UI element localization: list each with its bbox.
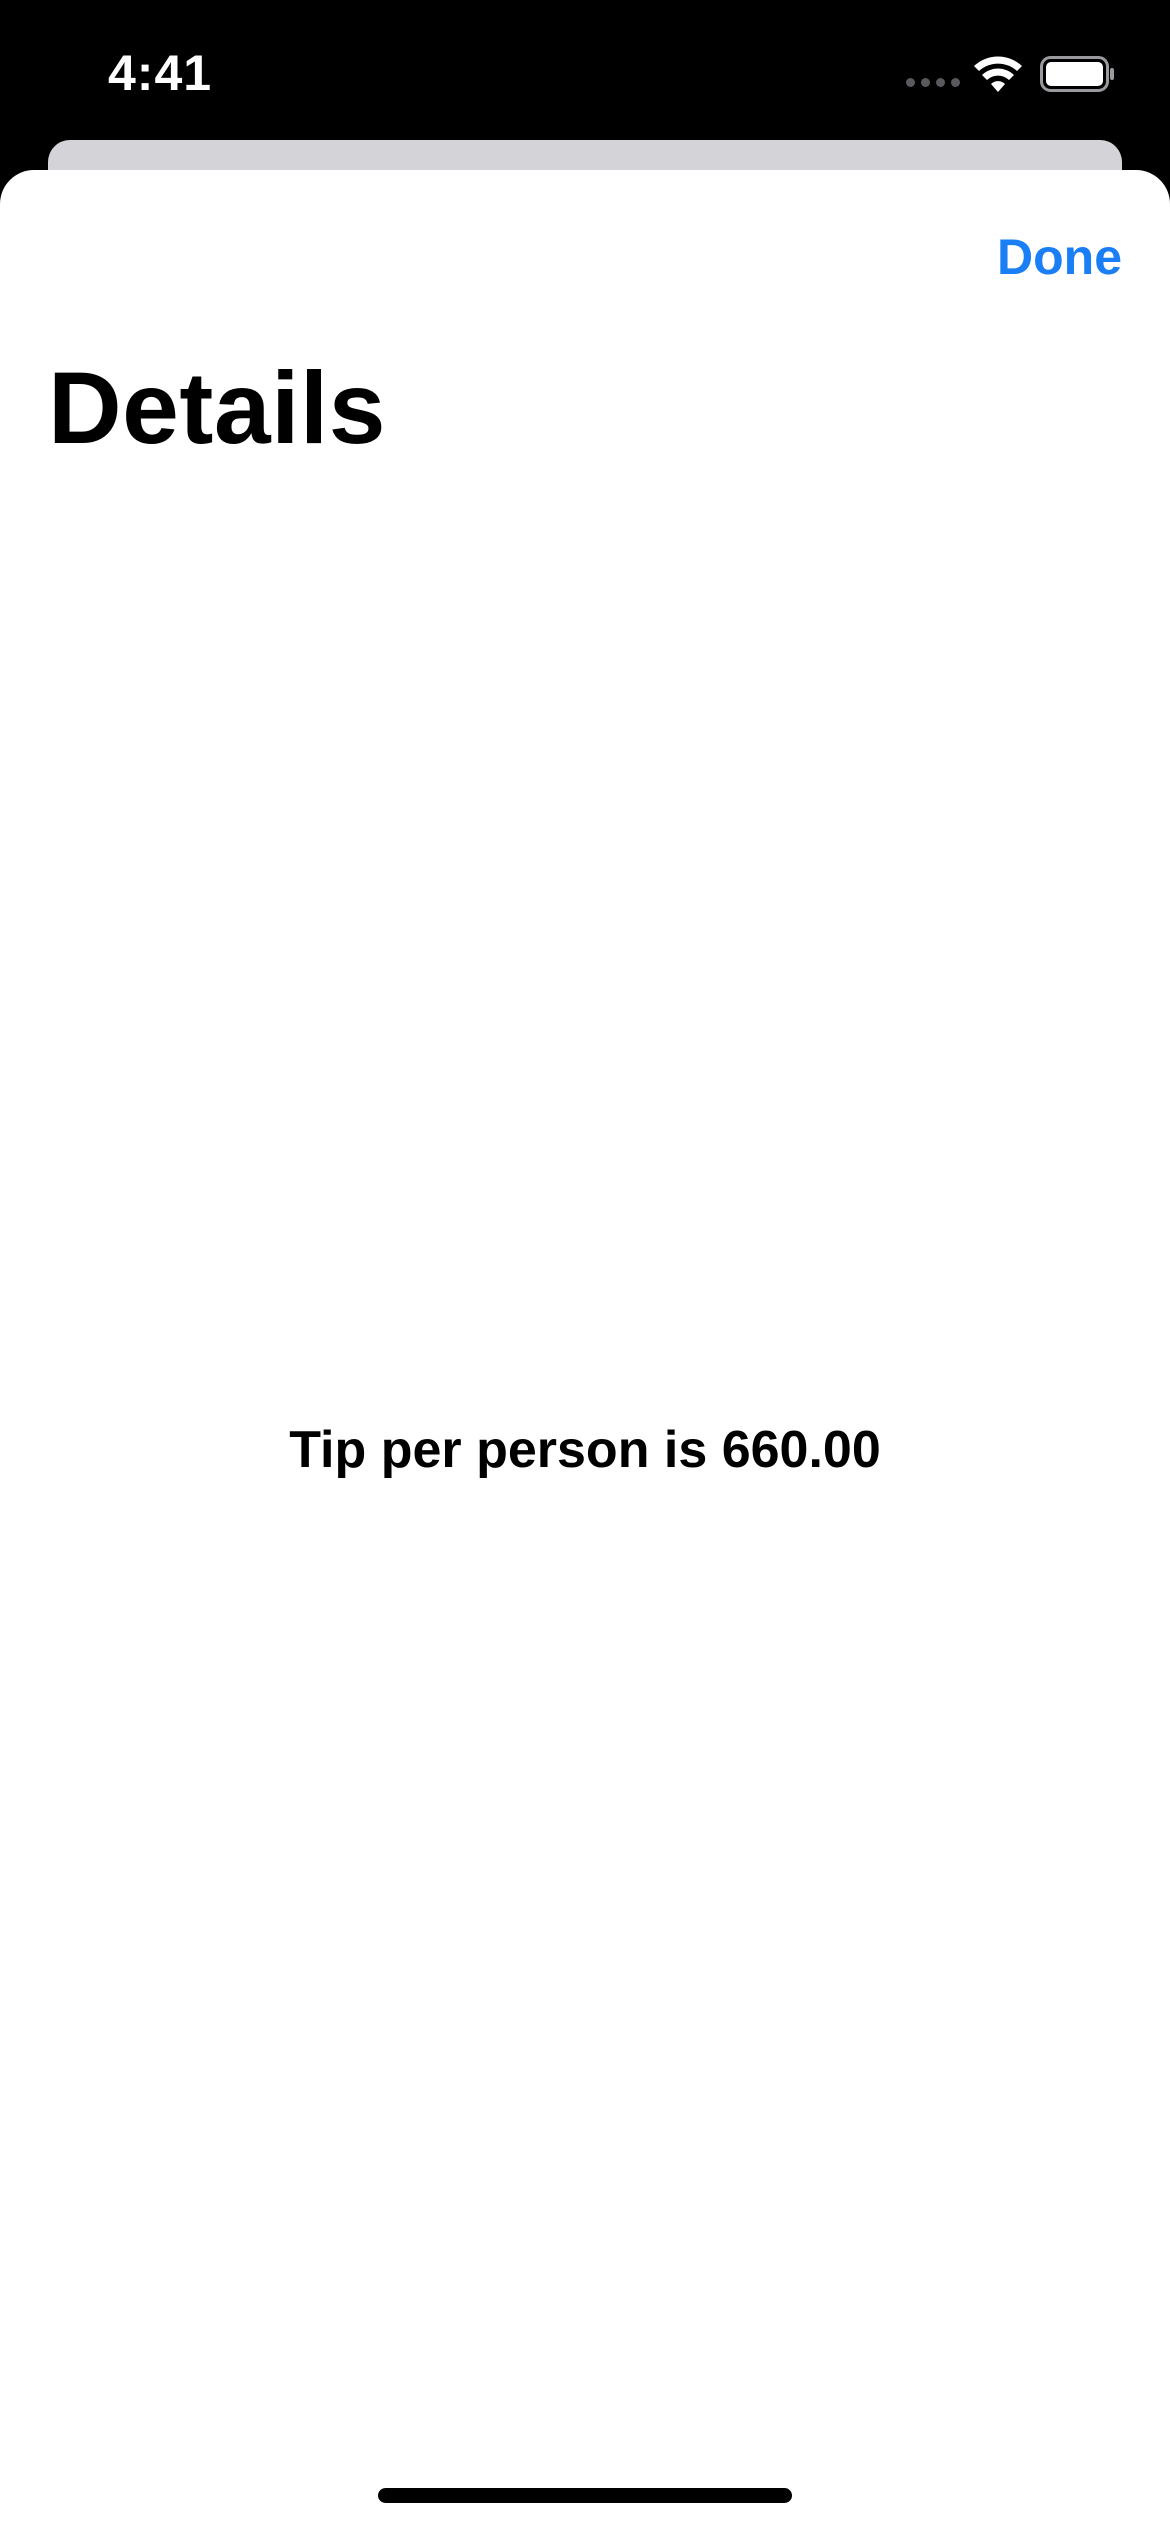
status-time: 4:41 [108, 45, 213, 101]
battery-icon [1040, 56, 1114, 92]
status-bar: 4:41 [0, 0, 1170, 140]
home-indicator[interactable] [378, 2488, 792, 2503]
signal-icon [906, 78, 960, 87]
wifi-icon [974, 56, 1022, 92]
tip-per-person-text: Tip per person is 660.00 [289, 1421, 881, 1479]
page-title: Details [48, 351, 386, 465]
details-sheet: Done Details Tip per person is 660.00 [0, 170, 1170, 2532]
done-button[interactable]: Done [997, 228, 1122, 286]
